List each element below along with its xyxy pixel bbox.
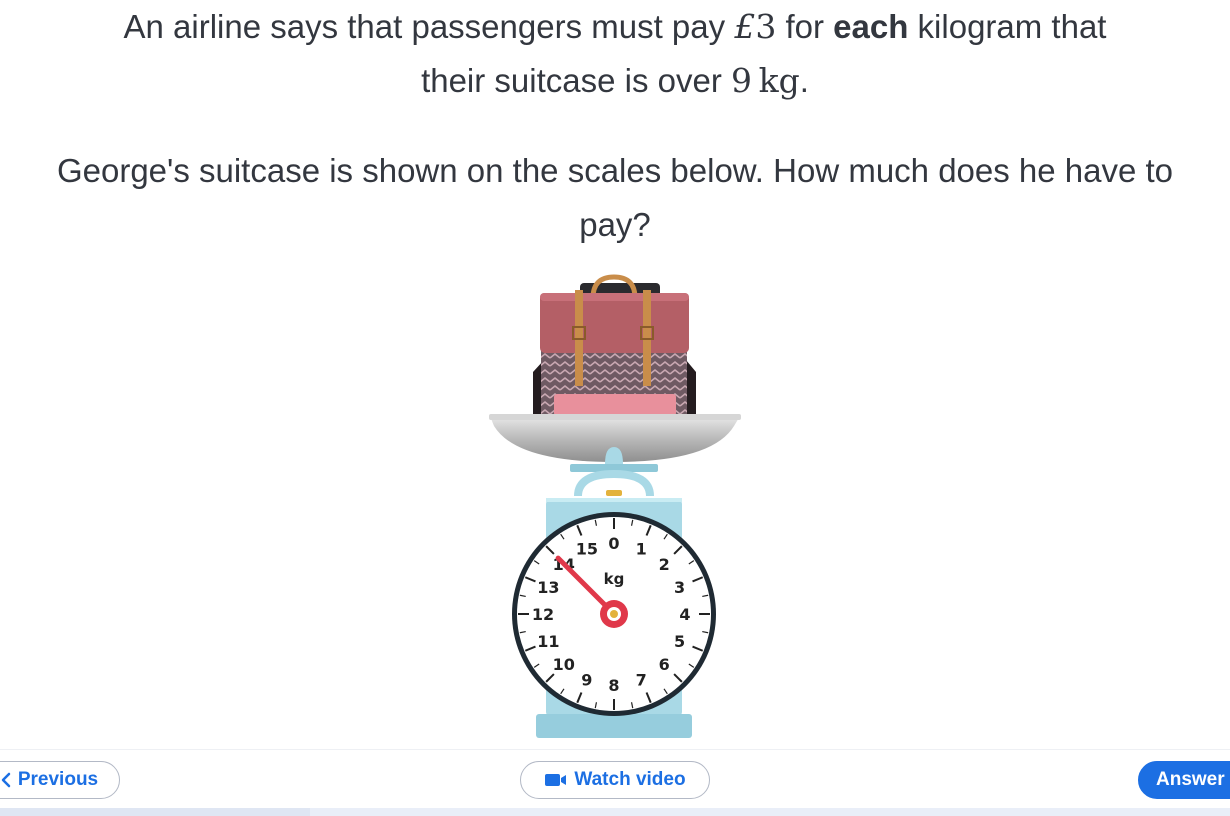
- dial-tick-label: 1: [636, 539, 647, 558]
- dial-unit-label: kg: [604, 570, 625, 588]
- previous-label: Previous: [17, 769, 99, 790]
- dial-tick-label: 12: [532, 605, 554, 624]
- limit-math: 9 kg: [731, 61, 800, 100]
- question-paragraph-2: George's suitcase is shown on the scales…: [56, 152, 1174, 243]
- dial-tick-label: 4: [679, 605, 690, 624]
- chevron-left-icon: [0, 772, 12, 788]
- watch-video-button[interactable]: Watch video: [520, 761, 710, 799]
- scale-pan: [489, 414, 741, 472]
- dial-tick-label: 7: [636, 671, 647, 690]
- bottom-progress-strip: [0, 808, 1230, 816]
- dial-tick-label: 5: [674, 632, 685, 651]
- scale-dial: 0123456789101112131415 kg: [512, 512, 716, 716]
- watch-video-label: Watch video: [574, 769, 686, 790]
- emphasis-each: each: [833, 8, 909, 45]
- question-text: An airline says that passengers must pay: [123, 8, 735, 45]
- video-camera-icon: [544, 772, 568, 788]
- price-math: £3: [734, 7, 777, 46]
- answer-label: Answer: [1156, 769, 1225, 790]
- dial-tick-label: 15: [576, 539, 598, 558]
- suitcase-on-scales-illustration: 0123456789101112131415 kg: [489, 274, 741, 738]
- dial-tick-label: 10: [553, 655, 575, 674]
- question-line-1: An airline says that passengers must pay…: [123, 7, 1107, 100]
- footer-divider: [0, 749, 1230, 750]
- suitcase: [533, 274, 696, 416]
- dial-tick-label: 0: [608, 534, 619, 553]
- dial-tick-label: 3: [674, 578, 685, 597]
- dial-tick-label: 13: [537, 578, 559, 597]
- dial-tick-label: 9: [581, 671, 592, 690]
- previous-button[interactable]: Previous: [0, 761, 120, 799]
- dial-tick-label: 2: [659, 555, 670, 574]
- dial-tick-label: 8: [608, 676, 619, 695]
- dial-tick-label: 6: [659, 655, 670, 674]
- dial-tick-label: 11: [537, 632, 559, 651]
- answer-button[interactable]: Answer: [1138, 761, 1230, 799]
